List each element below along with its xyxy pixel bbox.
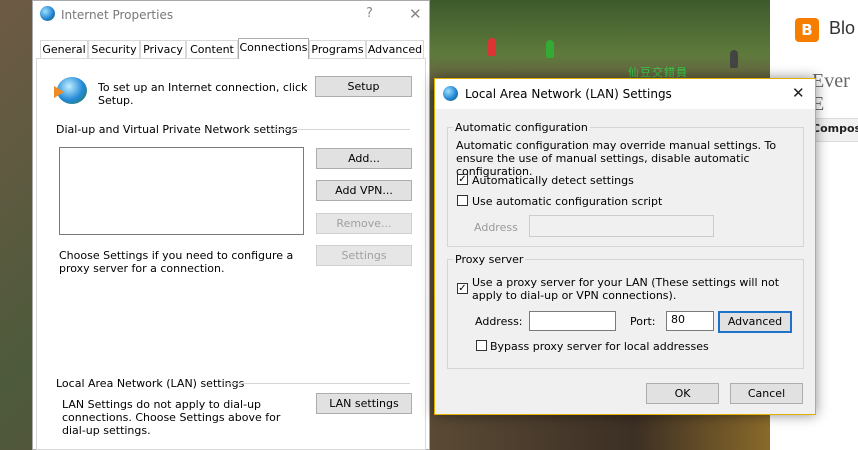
close-icon[interactable]: ✕: [409, 5, 422, 23]
add-button[interactable]: Add...: [316, 148, 412, 169]
tab-security[interactable]: Security: [88, 40, 140, 58]
bypass-local-checkbox[interactable]: [476, 340, 487, 351]
group-divider: [226, 383, 410, 384]
tab-content[interactable]: Content: [186, 40, 238, 58]
proxy-address-field[interactable]: [529, 311, 616, 331]
script-address-field[interactable]: [529, 215, 714, 237]
proxy-port-label: Port:: [630, 315, 656, 328]
ok-button[interactable]: OK: [646, 383, 719, 404]
auto-script-label[interactable]: Use automatic configuration script: [472, 195, 662, 208]
internet-globe-icon: [40, 6, 55, 21]
cancel-button[interactable]: Cancel: [730, 383, 803, 404]
lan-group-label: Local Area Network (LAN) settings: [56, 377, 245, 390]
background-figure: [488, 38, 496, 56]
proxy-description: Choose Settings if you need to configure…: [59, 249, 294, 275]
window-title: Internet Properties: [61, 8, 174, 22]
arrow-icon: [54, 86, 64, 98]
advanced-button[interactable]: Advanced: [718, 311, 792, 333]
dialup-group-label: Dial-up and Virtual Private Network sett…: [56, 123, 298, 136]
add-vpn-button[interactable]: Add VPN...: [316, 180, 412, 201]
setup-button[interactable]: Setup: [315, 76, 412, 97]
blogger-compose-tab[interactable]: Compose: [812, 122, 858, 135]
auto-script-checkbox[interactable]: [457, 195, 468, 206]
group-divider: [268, 129, 410, 130]
use-proxy-checkbox[interactable]: ✓: [457, 283, 468, 294]
blogger-subtitle: Ever E: [812, 70, 850, 115]
dialog-title: Local Area Network (LAN) Settings: [465, 87, 672, 101]
setup-description: To set up an Internet connection, click …: [98, 81, 308, 107]
auto-detect-label[interactable]: Automatically detect settings: [472, 174, 634, 187]
background-figure: [730, 50, 738, 68]
help-button[interactable]: ?: [366, 6, 373, 21]
blogger-logo-icon[interactable]: B: [795, 18, 819, 42]
tab-privacy[interactable]: Privacy: [140, 40, 186, 58]
connections-list[interactable]: [59, 147, 304, 235]
proxy-address-label: Address:: [475, 315, 523, 328]
auto-config-group-label: Automatic configuration: [453, 121, 590, 134]
background-figure: [546, 40, 554, 58]
tab-general[interactable]: General: [40, 40, 88, 58]
blogger-name: Blo: [829, 18, 856, 38]
tab-connections[interactable]: Connections: [238, 38, 309, 59]
auto-config-description: Automatic configuration may override man…: [456, 139, 777, 178]
internet-globe-icon: [443, 86, 458, 101]
lan-settings-button[interactable]: LAN settings: [316, 393, 412, 414]
proxy-group-label: Proxy server: [453, 253, 526, 266]
tab-programs[interactable]: Programs: [309, 40, 366, 58]
proxy-port-field[interactable]: 80: [666, 311, 714, 331]
tab-advanced[interactable]: Advanced: [366, 40, 424, 58]
bypass-local-label[interactable]: Bypass proxy server for local addresses: [490, 340, 709, 353]
settings-button[interactable]: Settings: [316, 245, 412, 266]
use-proxy-label[interactable]: Use a proxy server for your LAN (These s…: [472, 276, 797, 302]
background-scene-top: [430, 0, 770, 90]
auto-detect-checkbox[interactable]: ✓: [457, 174, 468, 185]
remove-button[interactable]: Remove...: [316, 213, 412, 234]
script-address-label: Address: [474, 221, 518, 234]
close-icon[interactable]: ✕: [792, 84, 805, 102]
lan-description: LAN Settings do not apply to dial-up con…: [62, 398, 281, 437]
